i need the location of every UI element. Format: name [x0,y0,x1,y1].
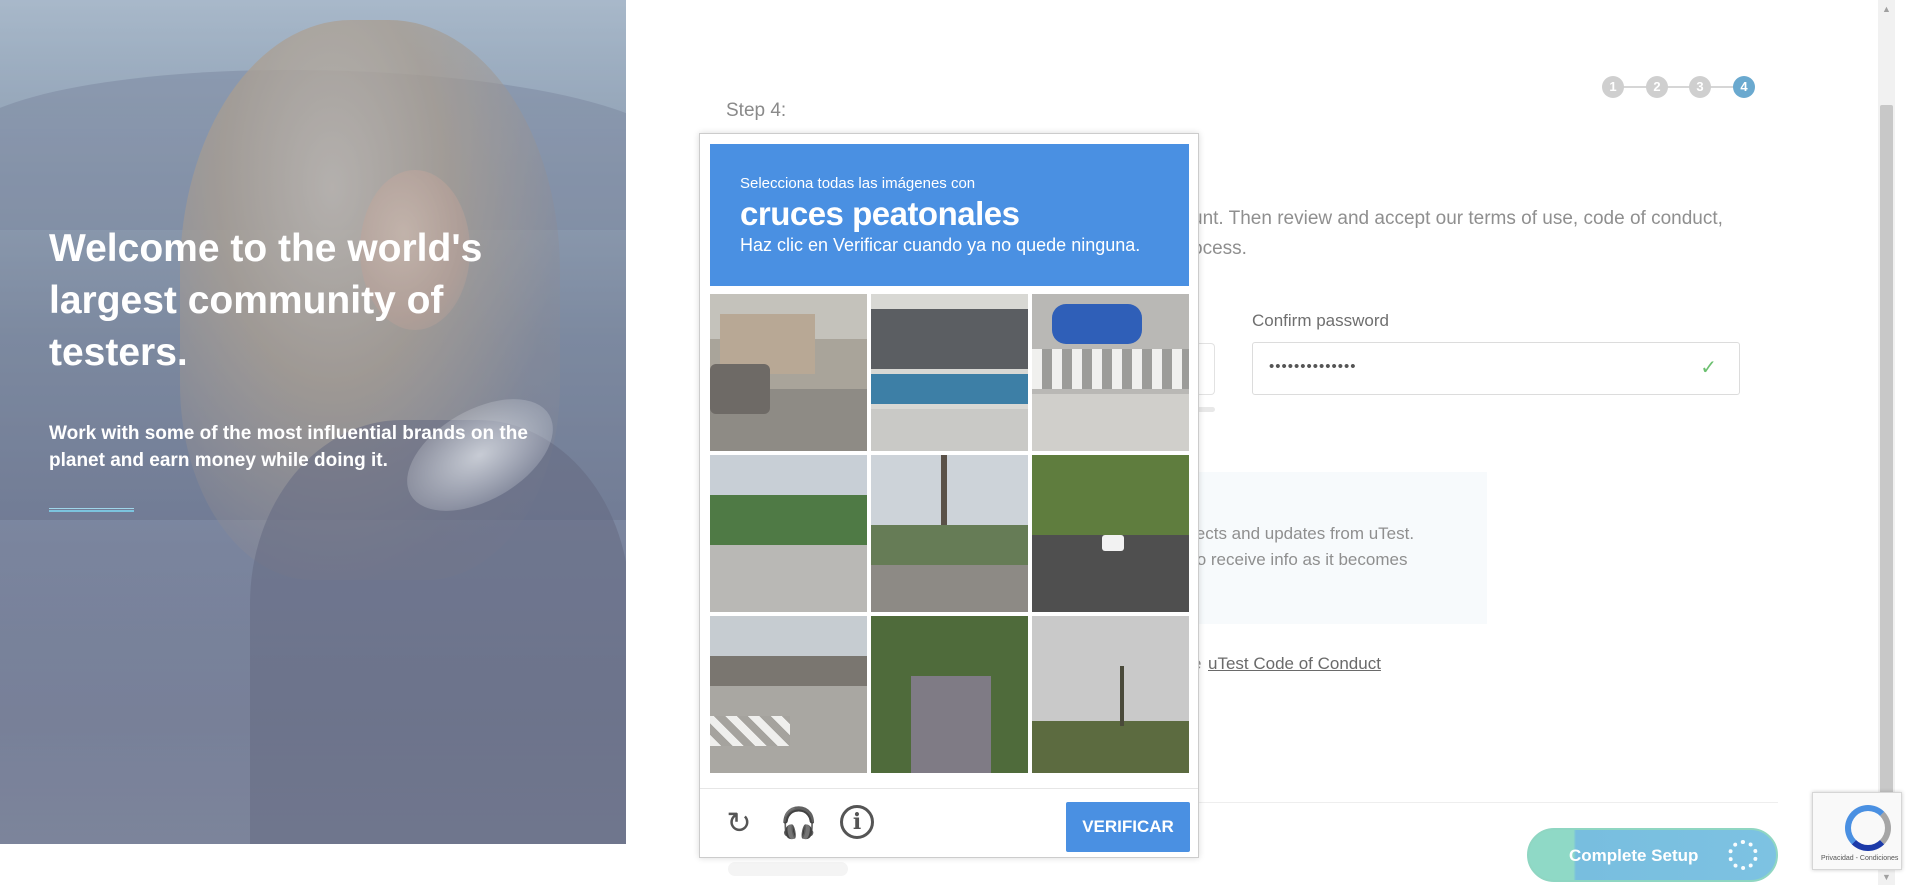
captcha-challenge: Selecciona todas las imágenes con cruces… [699,133,1199,858]
captcha-tile-1[interactable] [710,294,867,451]
info-icon[interactable]: i [840,805,874,839]
complete-setup-label: Complete Setup [1569,846,1699,865]
hero-panel: Welcome to the world's largest community… [0,0,626,844]
complete-setup-button[interactable]: Complete Setup [1527,828,1778,882]
newsletter-box [1192,472,1487,624]
captcha-tile-4[interactable] [710,455,867,612]
confirm-password-label: Confirm password [1252,311,1389,330]
captcha-tile-7[interactable] [710,616,867,773]
captcha-image-grid [710,294,1189,774]
captcha-header: Selecciona todas las imágenes con cruces… [710,144,1189,286]
scrollbar-thumb[interactable] [1880,105,1893,865]
form-divider [1192,802,1778,803]
captcha-tile-9[interactable] [1032,616,1189,773]
checkmark-icon: ✓ [1700,357,1717,379]
recaptcha-logo-icon [1845,805,1891,851]
captcha-tile-5[interactable] [871,455,1028,612]
newsletter-text-line1: jects and updates from uTest. [1192,524,1415,543]
step-4: 4 [1733,76,1755,98]
newsletter-text-line2: to receive info as it becomes [1192,550,1408,569]
intro-text-line1: unt. Then review and accept our terms of… [1192,208,1723,229]
captcha-tile-3[interactable] [1032,294,1189,451]
reload-icon[interactable]: ↻ [720,805,758,843]
captcha-target: cruces peatonales [740,195,1020,232]
step-2: 2 [1646,76,1668,98]
intro-text-line2: ocess. [1192,238,1247,259]
headphones-icon[interactable]: 🎧 [780,805,818,843]
loading-spinner-icon [1728,840,1758,870]
verify-button[interactable]: VERIFICAR [1066,802,1190,852]
confirm-password-value: •••••••••••••• [1269,358,1357,375]
step-indicator: 1 2 3 4 [1602,76,1764,98]
scroll-down-icon[interactable]: ▼ [1882,872,1891,882]
captcha-tile-8[interactable] [871,616,1028,773]
code-of-conduct-link[interactable]: uTest Code of Conduct [1208,654,1381,674]
hero-accent-line [49,508,134,512]
recaptcha-terms: Privacidad - Condiciones [1821,855,1899,862]
step-3: 3 [1689,76,1711,98]
step-label: Step 4: [726,100,787,121]
back-button-ghost [728,862,848,876]
confirm-password-field[interactable]: •••••••••••••• ✓ [1252,342,1740,395]
page: Welcome to the world's largest community… [0,0,1920,885]
captcha-tile-2[interactable] [871,294,1028,451]
hero-title: Welcome to the world's largest community… [49,227,483,374]
captcha-instruction: Selecciona todas las imágenes con [740,175,976,192]
recaptcha-badge[interactable]: Privacidad - Condiciones [1812,792,1902,870]
hero-subtitle: Work with some of the most influential b… [49,423,528,471]
step-1: 1 [1602,76,1624,98]
scroll-up-icon[interactable]: ▲ [1882,4,1891,14]
step-track [1612,86,1752,88]
captcha-hint: Haz clic en Verificar cuando ya no quede… [740,235,1141,255]
captcha-tile-6[interactable] [1032,455,1189,612]
captcha-footer: ↻ 🎧 i VERIFICAR [700,788,1198,857]
page-scrollbar[interactable]: ▲ ▼ [1878,0,1895,885]
